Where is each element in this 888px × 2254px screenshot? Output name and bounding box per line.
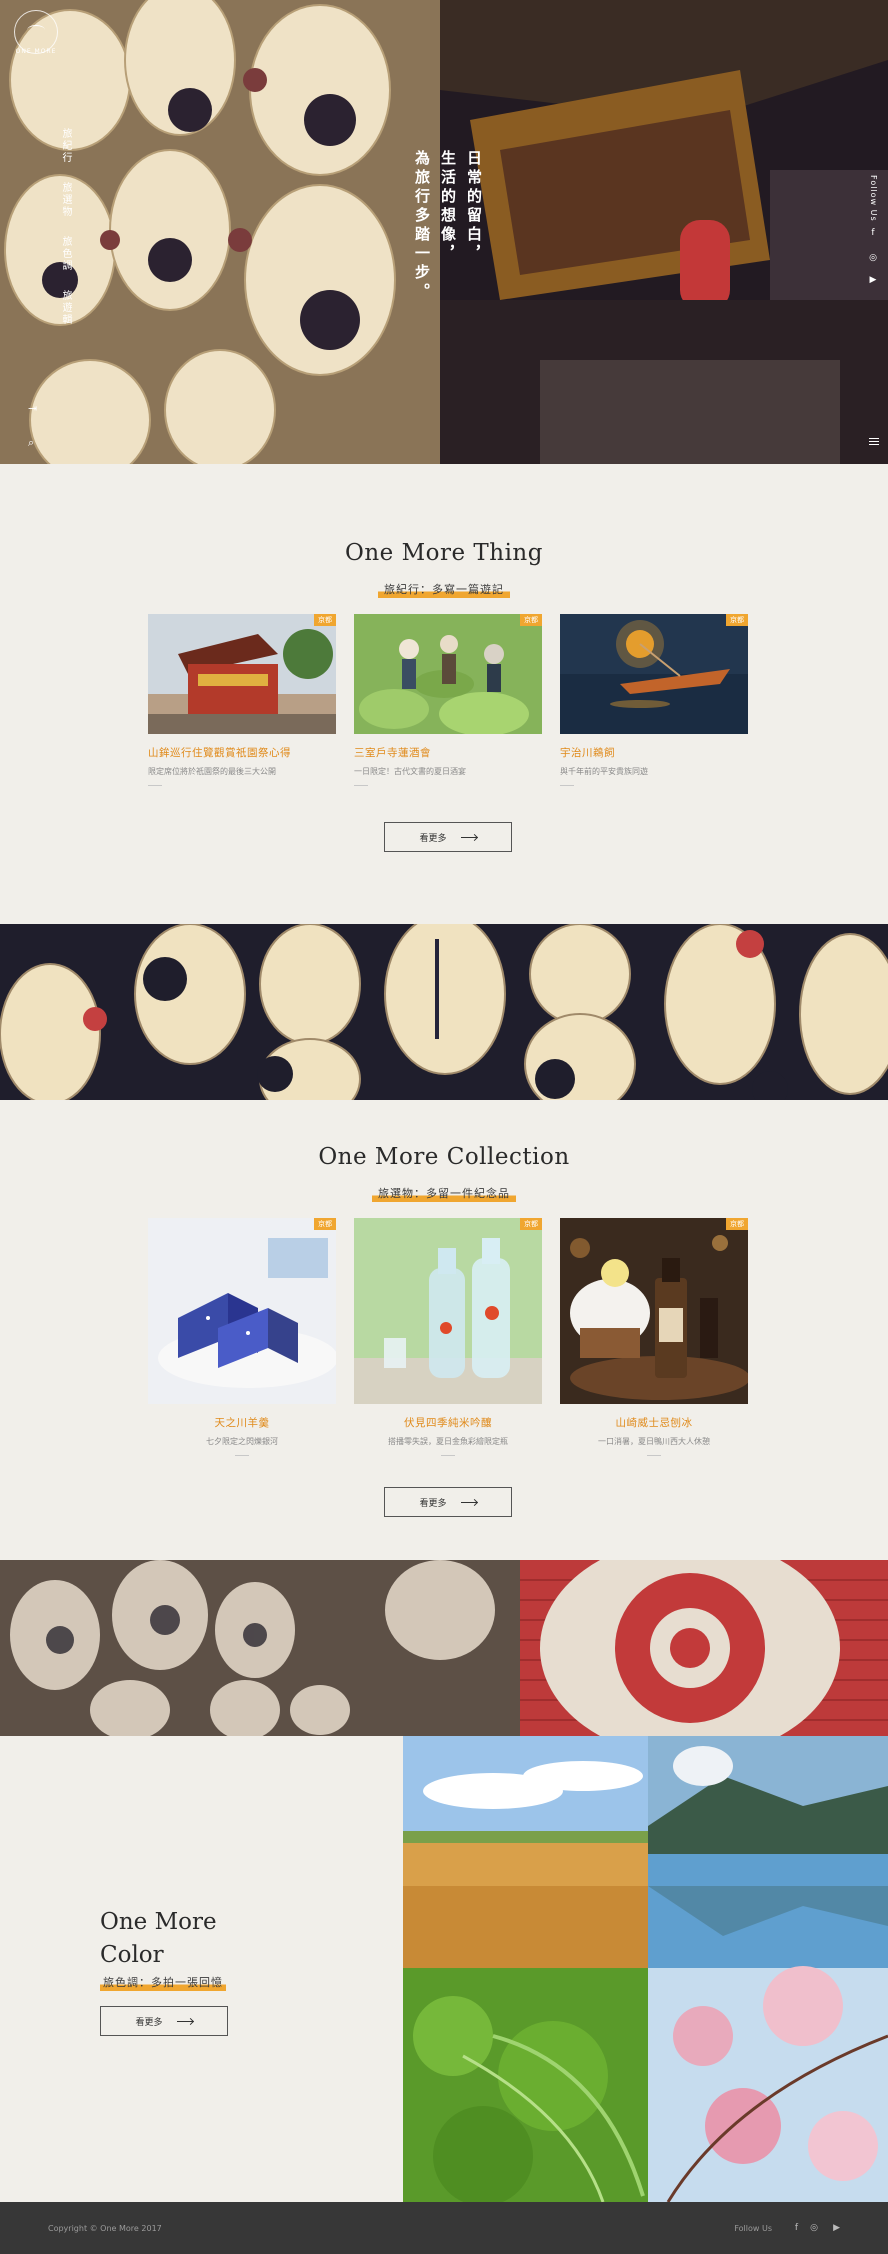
lotus-temple-image: 京都 (354, 614, 542, 734)
copyright-text: Copyright © One More 2017 (48, 2224, 162, 2233)
card-tag: 京都 (726, 1218, 748, 1230)
article-card[interactable]: 京都 三室戶寺蓮酒會 一日限定！古代文書的夏日酒宴 (354, 614, 542, 786)
card-title[interactable]: 山崎威士忌刨冰 (560, 1415, 748, 1430)
red-lantern-image (0, 1560, 888, 1736)
color-photo-grid (403, 1736, 888, 2202)
search-icon[interactable]: ⌕ (28, 436, 34, 450)
card-tag: 京都 (314, 614, 336, 626)
color-section: One More Color 旅色調：多拍一張回憶 看更多 (0, 1736, 888, 2202)
hero-banner: ONE MORE 旅紀行 旅選物 旅色調 旅遊輯 ⇥ ⌕ 日常的留白， 生活的想… (0, 0, 888, 464)
arrow-right-icon (460, 836, 477, 838)
card-divider (647, 1455, 661, 1456)
yokan-image: 京都 (148, 1218, 336, 1404)
card-tag: 京都 (520, 614, 542, 626)
nav-item-collection[interactable]: 旅遊輯 (28, 290, 73, 326)
thing-section: One More Thing 旅紀行：多寫一篇遊記 京都 山鉾巡行住覽觀賞祇園祭… (0, 464, 888, 924)
color-subtitle: 旅色調：多拍一張回憶 (100, 1974, 226, 1993)
whisky-shaved-ice-image: 京都 (560, 1218, 748, 1404)
facebook-icon[interactable]: f (868, 228, 878, 238)
instagram-icon[interactable]: ◎ (868, 253, 878, 263)
footer-follow-label: Follow Us (734, 2224, 772, 2233)
festival-float-image (440, 0, 888, 464)
thing-subtitle: 旅紀行：多寫一篇遊記 (378, 581, 510, 600)
nav-item-journal[interactable]: 旅紀行 (28, 128, 73, 164)
card-tag: 京都 (314, 1218, 336, 1230)
facebook-icon[interactable]: f (795, 2223, 798, 2233)
gion-festival-image: 京都 (148, 614, 336, 734)
side-nav: 旅紀行 旅選物 旅色調 旅遊輯 (28, 128, 73, 326)
footer: Copyright © One More 2017 Follow Us f ◎ … (0, 2202, 888, 2254)
nav-item-goods[interactable]: 旅選物 (28, 182, 73, 218)
color-more-button[interactable]: 看更多 (100, 2006, 228, 2036)
card-title[interactable]: 宇治川鵜飼 (560, 745, 748, 760)
more-label: 看更多 (419, 833, 447, 844)
card-tag: 京都 (520, 1218, 542, 1230)
collection-subtitle: 旅選物：多留一件紀念品 (372, 1185, 516, 1204)
card-desc: 七夕限定之閃爍銀河 (206, 1437, 278, 1446)
cormorant-fishing-image: 京都 (560, 614, 748, 734)
sake-bottles-image: 京都 (354, 1218, 542, 1404)
more-label: 看更多 (135, 2017, 163, 2028)
wheat-field-photo (403, 1736, 648, 1968)
shrine-lanterns-image (0, 924, 888, 1100)
card-divider (354, 785, 368, 786)
card-desc: 一口消暑，夏日鴨川西大人休憩 (598, 1437, 710, 1446)
collection-section: One More Collection 旅選物：多留一件紀念品 京都 天之川羊羹… (0, 1100, 888, 1560)
lantern-banner-2 (0, 1560, 888, 1736)
card-divider (560, 785, 574, 786)
youtube-icon[interactable]: ▶ (868, 275, 878, 285)
instagram-icon[interactable]: ◎ (810, 2223, 818, 2233)
menu-icon[interactable] (869, 438, 879, 447)
login-icon[interactable]: ⇥ (28, 402, 37, 415)
card-desc: 一日限定！古代文書的夏日酒宴 (354, 767, 466, 776)
lake-reflection-photo (648, 1736, 888, 1968)
collection-title: One More Collection (318, 1144, 570, 1170)
card-title[interactable]: 伏見四季純米吟釀 (354, 1415, 542, 1430)
product-card[interactable]: 京都 天之川羊羹 七夕限定之閃爍銀河 (148, 1218, 336, 1456)
card-desc: 與千年前的平安貴族同遊 (560, 767, 648, 776)
hero-tagline-1: 日常的留白， (465, 150, 483, 264)
card-divider (441, 1455, 455, 1456)
card-title[interactable]: 山鉾巡行住覽觀賞祇園祭心得 (148, 745, 336, 760)
thing-more-button[interactable]: 看更多 (384, 822, 512, 852)
card-divider (148, 785, 162, 786)
product-card[interactable]: 京都 山崎威士忌刨冰 一口消暑，夏日鴨川西大人休憩 (560, 1218, 748, 1456)
arrow-right-icon (460, 1501, 477, 1503)
color-title-line-2: Color (100, 1942, 164, 1968)
card-desc: 搭播零失誤，夏日金魚彩繪限定瓶 (388, 1437, 508, 1446)
arrow-right-icon (176, 2020, 193, 2022)
card-tag: 京都 (726, 614, 748, 626)
article-card[interactable]: 京都 宇治川鵜飼 與千年前的平安貴族同遊 (560, 614, 748, 786)
nav-item-color[interactable]: 旅色調 (28, 236, 73, 272)
color-title: One More Color (100, 1906, 217, 1972)
more-label: 看更多 (419, 1498, 447, 1509)
color-title-line-1: One More (100, 1909, 217, 1935)
card-desc: 限定席位將於祇園祭的最後三大公開 (148, 767, 276, 776)
hero-tagline-2: 生活的想像， (439, 150, 457, 264)
hero-follow-label: Follow Us (869, 175, 878, 222)
card-title[interactable]: 天之川羊羹 (148, 1415, 336, 1430)
hero-tagline-3: 為旅行多踏一步。 (413, 150, 431, 302)
article-card[interactable]: 京都 山鉾巡行住覽觀賞祇園祭心得 限定席位將於祇園祭的最後三大公開 (148, 614, 336, 786)
logo-text: ONE MORE (15, 48, 57, 55)
collection-more-button[interactable]: 看更多 (384, 1487, 512, 1517)
lantern-banner-1 (0, 924, 888, 1100)
youtube-icon[interactable]: ▶ (833, 2223, 840, 2233)
thing-title: One More Thing (345, 540, 543, 566)
cherry-blossom-photo (648, 1966, 888, 2202)
moss-grass-photo (403, 1968, 648, 2202)
card-title[interactable]: 三室戶寺蓮酒會 (354, 745, 542, 760)
card-divider (235, 1455, 249, 1456)
product-card[interactable]: 京都 伏見四季純米吟釀 搭播零失誤，夏日金魚彩繪限定瓶 (354, 1218, 542, 1456)
